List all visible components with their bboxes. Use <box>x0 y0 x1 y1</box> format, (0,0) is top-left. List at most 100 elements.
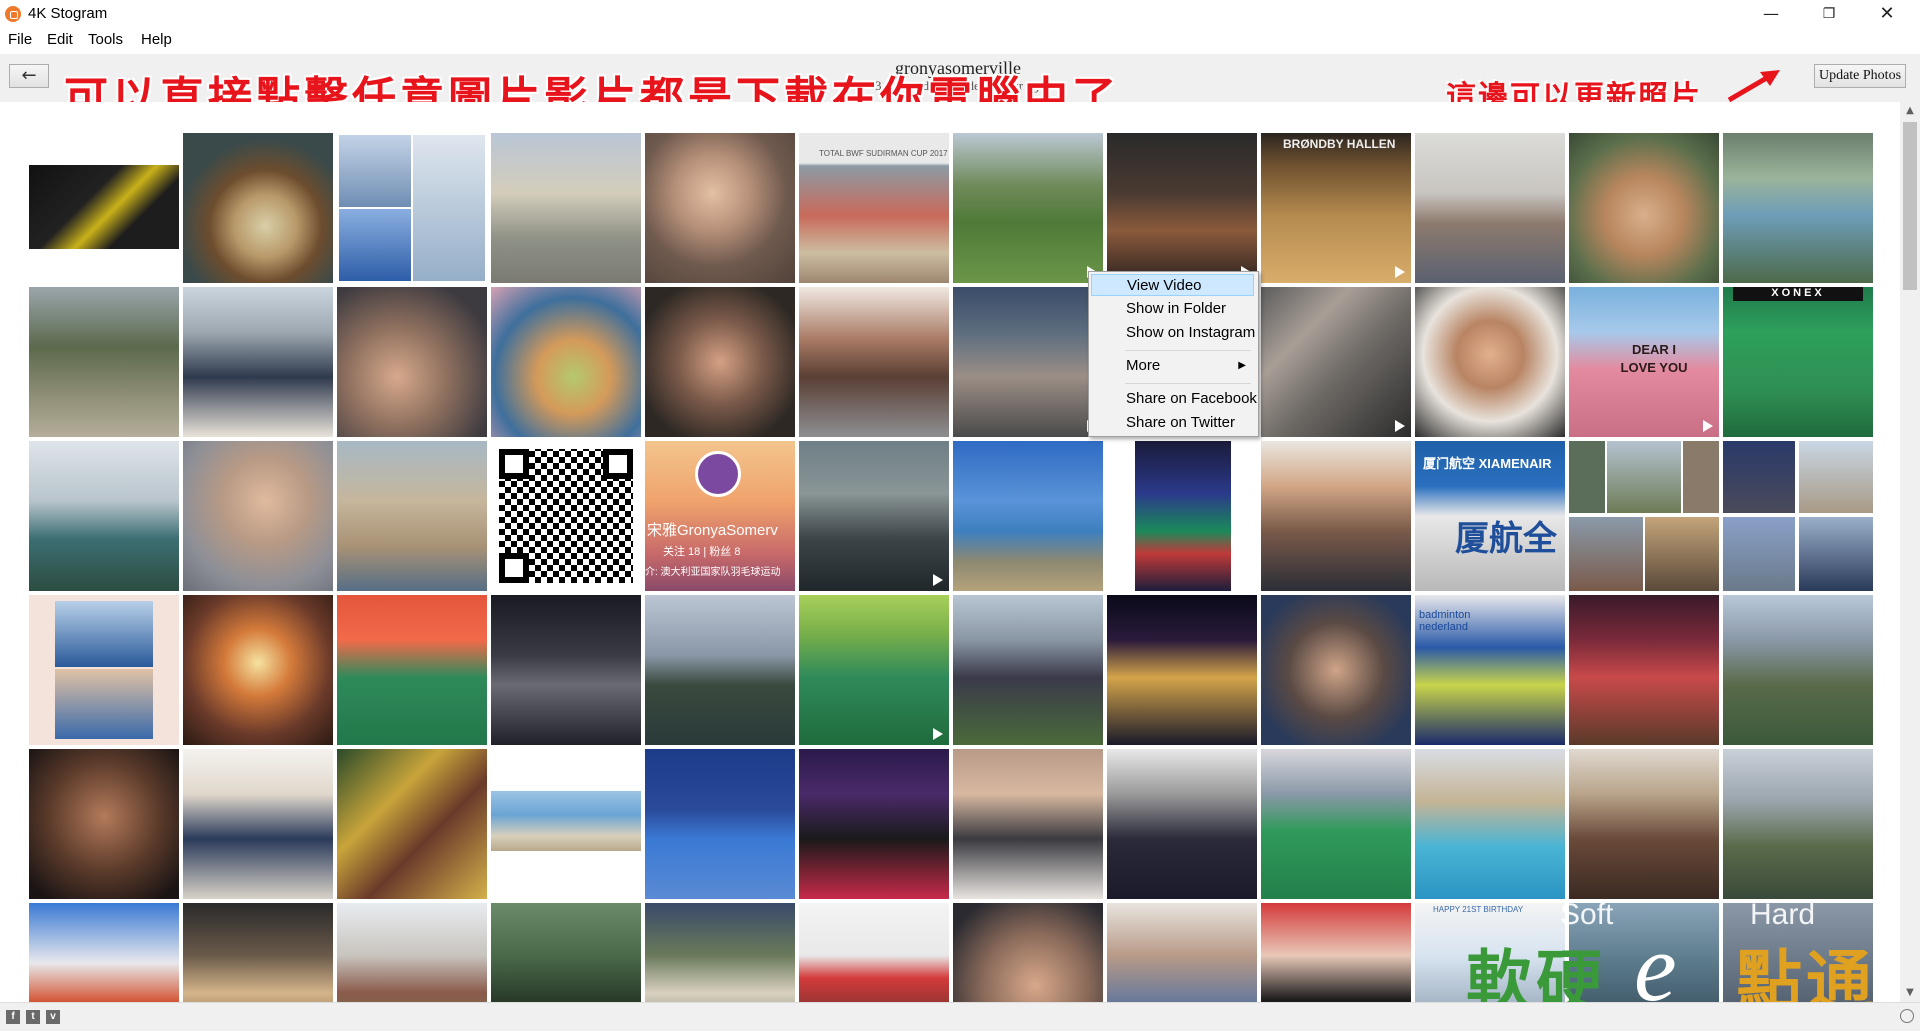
video-play-icon <box>1395 420 1405 432</box>
photo-tile[interactable] <box>1107 595 1257 745</box>
photo-tile[interactable] <box>645 287 795 437</box>
menu-edit[interactable]: Edit <box>47 31 73 48</box>
photo-collage-tile[interactable] <box>1723 441 1873 591</box>
photo-tile[interactable]: XONEX <box>1723 287 1873 437</box>
photo-tile[interactable] <box>29 287 179 437</box>
photo-tile[interactable] <box>29 749 179 899</box>
photo-tile[interactable] <box>953 595 1103 745</box>
scrollbar-thumb[interactable] <box>1903 122 1917 290</box>
photo-tile[interactable] <box>29 441 179 591</box>
photo-tile[interactable] <box>799 749 949 899</box>
photo-tile[interactable] <box>1723 133 1873 283</box>
photo-tile[interactable] <box>953 749 1103 899</box>
qr-code-tile[interactable] <box>491 441 641 591</box>
photo-tile[interactable] <box>491 595 641 745</box>
photo-tile[interactable]: 厦门航空 XIAMENAIR 厦航全 <box>1415 441 1565 591</box>
globe-icon[interactable] <box>1900 1009 1914 1023</box>
photo-tile[interactable] <box>1415 133 1565 283</box>
photo-tile[interactable]: BRØNDBY HALLEN <box>1261 133 1411 283</box>
ctx-view-video[interactable]: View Video <box>1091 274 1254 296</box>
photo-tile[interactable] <box>337 133 487 283</box>
chevron-right-icon: ▶ <box>1238 360 1246 371</box>
photo-tile[interactable]: badminton nederland <box>1415 595 1565 745</box>
photo-tile[interactable] <box>183 903 333 1002</box>
twitter-icon[interactable]: t <box>26 1010 40 1024</box>
photo-tile[interactable] <box>337 749 487 899</box>
ctx-show-in-folder[interactable]: Show in Folder <box>1091 298 1254 320</box>
photo-tile[interactable] <box>183 595 333 745</box>
photo-tile[interactable] <box>1261 749 1411 899</box>
photo-tile[interactable] <box>1569 903 1719 1002</box>
restore-icon[interactable]: ❐ <box>1806 0 1852 28</box>
photo-tile[interactable] <box>491 287 641 437</box>
photo-tile[interactable] <box>1261 903 1411 1002</box>
menu-help[interactable]: Help <box>141 31 172 48</box>
photo-tile[interactable] <box>1723 749 1873 899</box>
photo-tile[interactable]: 宋雅GronyaSomerv 关注 18 | 粉丝 8 介: 澳大利亚国家队羽毛… <box>645 441 795 591</box>
menu-file[interactable]: File <box>8 31 32 48</box>
photo-tile[interactable] <box>799 287 949 437</box>
photo-tile[interactable] <box>337 595 487 745</box>
scroll-down-icon[interactable]: ▼ <box>1900 984 1920 1002</box>
photo-tile[interactable] <box>1569 749 1719 899</box>
facebook-icon[interactable]: f <box>6 1010 20 1024</box>
photo-tile[interactable] <box>1415 287 1565 437</box>
photo-tile[interactable]: HAPPY 21ST BIRTHDAY <box>1415 903 1565 1002</box>
photo-tile[interactable] <box>799 903 949 1002</box>
back-button[interactable]: ← <box>9 64 49 88</box>
photo-tile[interactable] <box>645 595 795 745</box>
photo-tile[interactable] <box>337 287 487 437</box>
photo-tile[interactable] <box>1261 595 1411 745</box>
context-menu: View Video Show in Folder Show on Instag… <box>1088 271 1259 437</box>
update-photos-button[interactable]: Update Photos <box>1814 64 1906 88</box>
photo-tile[interactable] <box>1723 903 1873 1002</box>
photo-tile[interactable] <box>645 133 795 283</box>
ctx-share-facebook[interactable]: Share on Facebook <box>1091 388 1257 410</box>
photo-tile[interactable] <box>1107 749 1257 899</box>
vertical-scrollbar[interactable]: ▲ ▼ <box>1900 102 1920 1002</box>
vimeo-icon[interactable]: v <box>46 1010 60 1024</box>
photo-tile[interactable] <box>491 133 641 283</box>
photo-tile[interactable] <box>183 441 333 591</box>
ctx-more[interactable]: More ▶ <box>1091 355 1254 377</box>
photo-tile[interactable]: DEAR I LOVE YOU <box>1569 287 1719 437</box>
photo-tile[interactable] <box>1569 133 1719 283</box>
photo-tile[interactable] <box>1569 595 1719 745</box>
photo-tile[interactable] <box>183 749 333 899</box>
photo-tile[interactable] <box>953 133 1103 283</box>
photo-collage-tile[interactable] <box>29 595 179 745</box>
photo-tile[interactable] <box>337 903 487 1002</box>
photo-tile[interactable] <box>1107 441 1257 591</box>
photo-tile[interactable] <box>491 903 641 1002</box>
photo-tile[interactable]: TOTAL BWF SUDIRMAN CUP 2017 GOLD COAST <box>799 133 949 283</box>
photo-collage-tile[interactable] <box>1569 441 1719 591</box>
photo-tile[interactable] <box>491 749 641 899</box>
photo-tile[interactable] <box>645 749 795 899</box>
title-bar: 4K Stogram — ❐ ✕ <box>0 0 1920 28</box>
ctx-show-on-instagram[interactable]: Show on Instagram <box>1091 322 1255 344</box>
photo-tile[interactable] <box>799 441 949 591</box>
menu-tools[interactable]: Tools <box>88 31 123 48</box>
minimize-icon[interactable]: — <box>1748 0 1794 28</box>
photo-tile[interactable] <box>953 287 1103 437</box>
photo-tile[interactable] <box>1261 287 1411 437</box>
photo-tile[interactable] <box>183 133 333 283</box>
ctx-separator <box>1125 383 1251 384</box>
photo-tile[interactable] <box>645 903 795 1002</box>
ctx-share-twitter[interactable]: Share on Twitter <box>1091 412 1254 434</box>
photo-tile[interactable] <box>1415 749 1565 899</box>
photo-tile[interactable] <box>29 133 179 283</box>
photo-tile[interactable] <box>799 595 949 745</box>
photo-tile[interactable] <box>953 441 1103 591</box>
photo-tile[interactable] <box>337 441 487 591</box>
photo-tile[interactable] <box>1107 133 1257 283</box>
photo-tile[interactable] <box>1261 441 1411 591</box>
photo-tile[interactable] <box>29 903 179 1002</box>
photo-tile[interactable] <box>1723 595 1873 745</box>
photo-tile[interactable] <box>183 287 333 437</box>
photo-tile[interactable] <box>953 903 1103 1002</box>
photo-tile[interactable] <box>1107 903 1257 1002</box>
scroll-up-icon[interactable]: ▲ <box>1900 102 1920 120</box>
window-title: 4K Stogram <box>28 5 108 22</box>
close-icon[interactable]: ✕ <box>1864 0 1910 28</box>
